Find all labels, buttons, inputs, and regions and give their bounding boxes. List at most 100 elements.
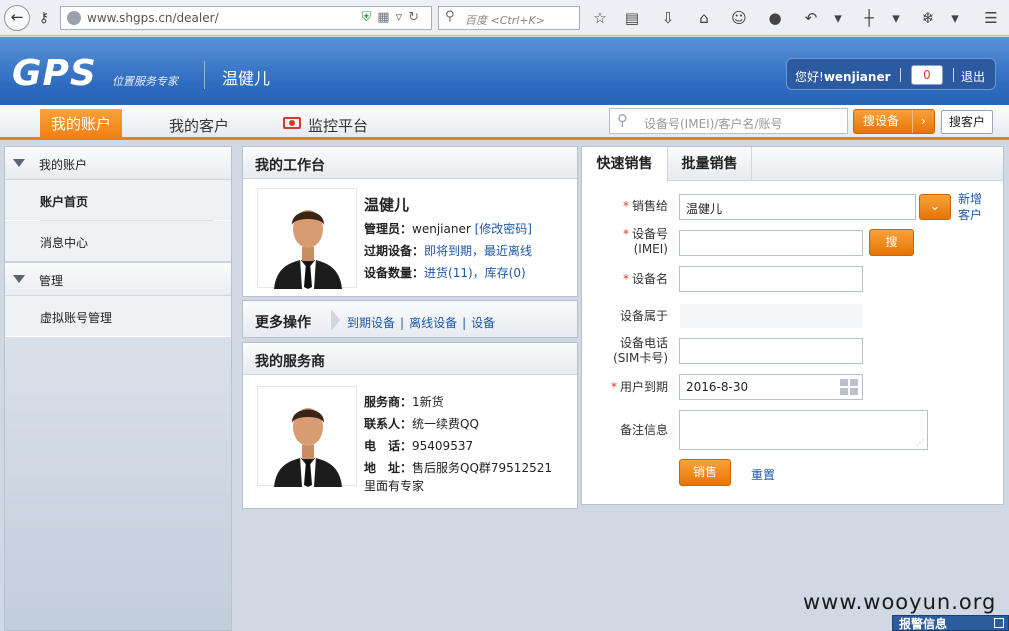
- sidebar-item-message-center[interactable]: 消息中心: [5, 221, 231, 261]
- maximize-icon[interactable]: [994, 618, 1004, 628]
- undo-icon[interactable]: ↶: [801, 7, 821, 29]
- search-device-button[interactable]: 搜设备 ›: [853, 109, 935, 134]
- tab-batch-sale[interactable]: 批量销售: [668, 147, 752, 181]
- header-divider: [204, 61, 205, 89]
- device-name-label: * 设备名: [622, 272, 668, 286]
- expiring-soon-link[interactable]: 即将到期: [424, 244, 472, 258]
- workbench-title: 我的工作台: [243, 147, 577, 179]
- crop-menu-icon[interactable]: ▾: [886, 7, 906, 29]
- key-icon[interactable]: ⚷: [34, 8, 54, 28]
- notes-textarea[interactable]: ⋰: [679, 410, 928, 450]
- collapse-triangle-icon: [13, 159, 25, 167]
- download-icon[interactable]: ⇩: [658, 7, 678, 29]
- expired-devices-link[interactable]: 到期设备: [347, 316, 395, 330]
- tab-my-account[interactable]: 我的账户: [40, 109, 122, 140]
- device-name-field[interactable]: [679, 266, 863, 292]
- imei-label: * 设备号 (IMEI): [622, 227, 668, 256]
- pill-divider: [900, 68, 901, 82]
- search-customer-button[interactable]: 搜客户: [941, 110, 993, 134]
- belongs-to-label: 设备属于: [619, 309, 668, 323]
- message-count-badge[interactable]: 0: [911, 65, 943, 85]
- sales-tabs: 快速销售 批量销售: [582, 147, 1003, 182]
- imei-field[interactable]: [679, 230, 863, 256]
- tab-quick-sale[interactable]: 快速销售: [582, 147, 668, 182]
- expire-date-field[interactable]: 2016-8-30: [679, 374, 863, 400]
- site-header: GPS 位置服务专家 温健儿 您好!wenjianer 0 退出: [0, 37, 1009, 105]
- inventory-link[interactable]: 库存(0): [485, 266, 526, 280]
- hamburger-menu-icon[interactable]: ☰: [981, 7, 1001, 29]
- globe-icon: [67, 11, 81, 25]
- user-panel: 您好!wenjianer 0 退出: [786, 58, 996, 90]
- stock-in-link[interactable]: 进货(11): [424, 266, 473, 280]
- offline-devices-link[interactable]: 离线设备: [409, 316, 457, 330]
- reset-link[interactable]: 重置: [751, 466, 775, 483]
- add-customer-link[interactable]: 新增客户: [958, 191, 988, 223]
- user-avatar-icon: [274, 210, 342, 289]
- admin-row: 管理员：wenjianer [修改密码]: [364, 222, 532, 236]
- submit-sale-button[interactable]: 销售: [679, 459, 731, 486]
- sell-to-field[interactable]: 温健儿: [679, 194, 916, 220]
- emoji-icon[interactable]: ☺: [729, 7, 749, 29]
- sidebar-group-my-account[interactable]: 我的账户: [5, 147, 231, 180]
- sell-to-label: * 销售给: [622, 199, 668, 213]
- left-sidebar: 我的账户 账户首页 消息中心 管理 虚拟账号管理: [4, 146, 232, 631]
- user-avatar-icon: [274, 408, 342, 487]
- contact-row: 联系人：统一续费QQ: [364, 417, 479, 431]
- qr-icon[interactable]: ▦: [377, 10, 395, 25]
- sidebar-group-manage[interactable]: 管理: [5, 263, 231, 296]
- tab-monitor-platform[interactable]: 监控平台: [308, 115, 368, 136]
- dropdown-icon[interactable]: ▿: [396, 10, 409, 25]
- star-icon[interactable]: ☆: [590, 7, 610, 29]
- shield-icon[interactable]: ⛨: [362, 10, 378, 25]
- reading-list-icon[interactable]: ▤: [622, 7, 642, 29]
- device-search-input[interactable]: ⚲ 设备号(IMEI)/客户名/账号: [609, 108, 848, 134]
- address-bar[interactable]: www.shgps.cn/dealer/ ⛨▦▿↻: [60, 6, 432, 30]
- back-arrow-icon[interactable]: ←: [4, 5, 30, 31]
- logout-link[interactable]: 退出: [961, 68, 985, 85]
- resize-handle-icon[interactable]: ⋰: [916, 438, 924, 447]
- double-chevron-down-icon: ⌄: [929, 199, 941, 214]
- notes-label: 备注信息: [619, 423, 668, 437]
- arrow-right-icon: [331, 309, 340, 331]
- sidebar-item-virtual-accounts[interactable]: 虚拟账号管理: [5, 296, 231, 336]
- collapse-triangle-icon: [13, 275, 25, 283]
- imei-search-button[interactable]: 搜: [869, 229, 914, 256]
- greeting: 您好!: [795, 70, 824, 84]
- chat-icon[interactable]: ●: [765, 7, 785, 29]
- chevron-right-icon: ›: [912, 110, 934, 133]
- device-count-row: 设备数量：进货(11)，库存(0): [364, 266, 526, 280]
- bug-menu-icon[interactable]: ▾: [945, 7, 965, 29]
- browser-search-box[interactable]: ⚲ 百度 <Ctrl+K>: [438, 6, 580, 30]
- home-icon[interactable]: ⌂: [694, 7, 714, 29]
- avatar: [257, 386, 357, 487]
- expired-row: 过期设备：即将到期，最近离线: [364, 244, 533, 258]
- belongs-to-field: [679, 303, 863, 329]
- provider-row: 服务商：1新货: [364, 395, 444, 409]
- watermark: www.wooyun.org: [803, 590, 997, 614]
- avatar: [257, 188, 357, 289]
- more-operations-title: 更多操作: [255, 315, 311, 331]
- device-phone-field[interactable]: [679, 338, 863, 364]
- logo-subtitle: 位置服务专家: [112, 75, 178, 88]
- address-continued: 里面有专家: [364, 479, 425, 493]
- tab-my-customers[interactable]: 我的客户: [169, 115, 229, 136]
- alarm-info-tab[interactable]: 报警信息: [892, 615, 1009, 631]
- customer-dropdown-button[interactable]: ⌄: [919, 194, 951, 220]
- undo-menu-icon[interactable]: ▾: [828, 7, 848, 29]
- username: wenjianer: [823, 70, 891, 84]
- sidebar-item-account-home[interactable]: 账户首页: [5, 180, 231, 220]
- main-menu: 我的账户 我的客户 监控平台 ⚲ 设备号(IMEI)/客户名/账号 搜设备 › …: [0, 105, 1009, 140]
- pill-divider: [953, 68, 954, 82]
- bug-icon[interactable]: ❄: [918, 7, 938, 29]
- more-operations-bar: 更多操作 到期设备 | 离线设备 | 设备: [242, 300, 578, 338]
- reload-icon[interactable]: ↻: [408, 10, 425, 25]
- recent-offline-link[interactable]: 最近离线: [484, 244, 532, 258]
- company-name: 温健儿: [222, 69, 271, 88]
- service-provider-panel: 我的服务商 服务商：1新货 联系人：统一续费QQ 电 话：95409537 地 …: [242, 342, 578, 509]
- crop-icon[interactable]: ┼: [859, 7, 879, 29]
- account-name: 温健儿: [364, 196, 410, 214]
- device-search-placeholder: 设备号(IMEI)/客户名/账号: [644, 117, 783, 131]
- calendar-icon[interactable]: [840, 379, 858, 395]
- devices-link[interactable]: 设备: [471, 316, 495, 330]
- change-password-link[interactable]: [修改密码]: [475, 222, 532, 236]
